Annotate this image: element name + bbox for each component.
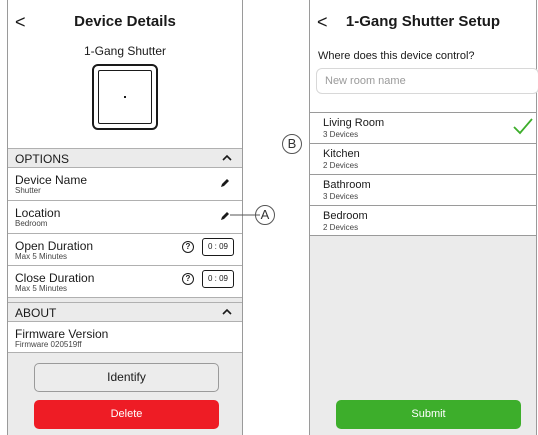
pencil-icon[interactable]	[220, 211, 230, 221]
row-title: Close Duration	[15, 271, 95, 285]
room-name: Kitchen	[323, 148, 360, 160]
header: < Device Details	[8, 0, 242, 44]
location-row[interactable]: Location Bedroom	[8, 201, 242, 234]
room-name: Bedroom	[323, 210, 368, 222]
row-subtitle: Shutter	[15, 186, 41, 195]
new-room-input[interactable]: New room name	[316, 68, 538, 94]
room-item-bedroom[interactable]: Bedroom 2 Devices	[310, 205, 536, 236]
row-title: Device Name	[15, 173, 88, 187]
about-section-header[interactable]: ABOUT	[8, 302, 242, 322]
device-name-row[interactable]: Device Name Shutter	[8, 168, 242, 201]
room-device-count: 3 Devices	[323, 192, 359, 201]
row-subtitle: Max 5 Minutes	[15, 284, 68, 293]
room-name: Living Room	[323, 117, 385, 129]
pencil-icon[interactable]	[220, 178, 230, 188]
row-subtitle: Max 5 Minutes	[15, 252, 68, 261]
row-title: Open Duration	[15, 239, 94, 253]
close-duration-value[interactable]: 0 : 09	[202, 270, 234, 288]
row-subtitle: Firmware 020519ff	[15, 340, 82, 349]
callout-a: A	[255, 205, 275, 225]
page-title: Device Details	[74, 13, 176, 30]
row-title: Firmware Version	[15, 327, 109, 341]
help-icon[interactable]: ?	[182, 273, 194, 285]
shutter-device-icon	[92, 64, 158, 130]
open-duration-row: Open Duration Max 5 Minutes ? 0 : 09	[8, 234, 242, 266]
close-duration-row: Close Duration Max 5 Minutes ? 0 : 09	[8, 266, 242, 298]
firmware-row: Firmware Version Firmware 020519ff	[8, 322, 242, 353]
room-item-living-room[interactable]: Living Room 3 Devices	[310, 112, 536, 143]
options-section-header[interactable]: OPTIONS	[8, 148, 242, 168]
device-details-screen: < Device Details 1-Gang Shutter OPTIONS …	[7, 0, 243, 435]
chevron-up-icon[interactable]	[222, 307, 232, 317]
submit-button[interactable]: Submit	[336, 400, 521, 429]
options-label: OPTIONS	[15, 152, 70, 166]
room-item-bathroom[interactable]: Bathroom 3 Devices	[310, 174, 536, 205]
room-device-count: 3 Devices	[323, 130, 359, 139]
open-duration-value[interactable]: 0 : 09	[202, 238, 234, 256]
page-title: 1-Gang Shutter Setup	[345, 13, 501, 30]
callout-b: B	[282, 134, 302, 154]
shutter-setup-screen: < 1-Gang Shutter Setup Where does this d…	[309, 0, 538, 435]
identify-button[interactable]: Identify	[34, 363, 219, 392]
header: < 1-Gang Shutter Setup	[310, 0, 536, 44]
help-icon[interactable]: ?	[182, 241, 194, 253]
room-device-count: 2 Devices	[323, 223, 359, 232]
checkmark-icon	[513, 118, 533, 135]
room-item-kitchen[interactable]: Kitchen 2 Devices	[310, 143, 536, 174]
about-label: ABOUT	[15, 306, 57, 320]
chevron-up-icon[interactable]	[222, 153, 232, 163]
room-device-count: 2 Devices	[323, 161, 359, 170]
delete-button[interactable]: Delete	[34, 400, 219, 429]
row-title: Location	[15, 206, 61, 220]
location-question: Where does this device control?	[318, 50, 475, 62]
device-name-label: 1-Gang Shutter	[83, 44, 167, 58]
row-subtitle: Bedroom	[15, 219, 48, 228]
room-name: Bathroom	[323, 179, 371, 191]
